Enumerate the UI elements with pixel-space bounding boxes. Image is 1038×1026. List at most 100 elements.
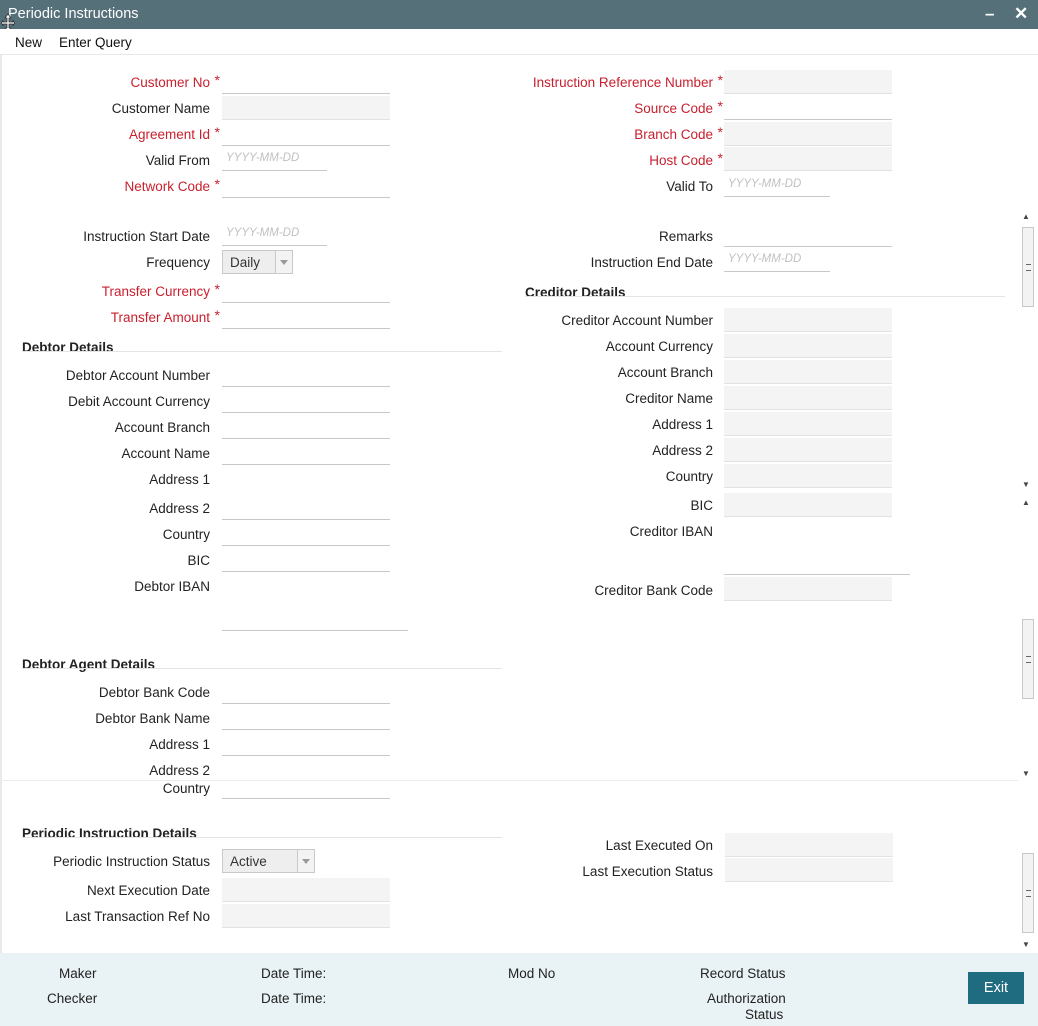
debtor-address1-field[interactable]: [222, 467, 390, 491]
left-edge: [0, 55, 2, 953]
customer-no-field[interactable]: [222, 70, 390, 94]
transfer-amount-field[interactable]: [222, 305, 390, 329]
periodic-instruction-details-divider: [22, 837, 502, 838]
debtor-iban-field[interactable]: [222, 576, 408, 631]
mod-no-label: Mod No: [508, 966, 556, 981]
debtor-address2-field[interactable]: [222, 496, 390, 520]
authorization-status-label: Authorization: [707, 991, 786, 1006]
debtor-details-divider: [22, 351, 502, 352]
source-code-field[interactable]: [724, 96, 892, 120]
instruction-end-date-field[interactable]: YYYY-MM-DD: [724, 248, 830, 272]
host-code-label: Host Code *: [649, 150, 723, 168]
debtor-country-field[interactable]: [222, 522, 390, 546]
maker-label: Maker: [59, 966, 97, 981]
creditor-account-currency-field: [724, 334, 892, 358]
branch-code-label: Branch Code *: [634, 124, 723, 142]
scroll-thumb[interactable]: [1022, 853, 1034, 933]
branch-code-field: [724, 122, 892, 146]
debtor-agent-address2-label: Address 2: [149, 763, 210, 778]
menu-enter-query[interactable]: Enter Query: [59, 35, 132, 50]
network-code-label: Network Code *: [124, 176, 220, 194]
scroll-thumb[interactable]: [1022, 227, 1034, 307]
debtor-account-branch-field[interactable]: [222, 415, 390, 439]
debtor-account-number-label: Debtor Account Number: [65, 368, 210, 383]
minimize-button[interactable]: –: [985, 4, 994, 24]
debtor-account-name-label: Account Name: [121, 446, 210, 461]
scroll-up-icon[interactable]: ▲: [1022, 212, 1030, 221]
maker-date-time-label: Date Time:: [261, 966, 327, 981]
debtor-account-name-field[interactable]: [222, 441, 390, 465]
valid-to-label: Valid To: [666, 179, 713, 194]
scrollbar-main[interactable]: ▲ ▼: [1020, 210, 1034, 492]
creditor-address1-label: Address 1: [652, 417, 713, 432]
debtor-agent-address1-label: Address 1: [149, 737, 210, 752]
last-transaction-ref-field: [222, 904, 390, 928]
debtor-country-label: Country: [162, 527, 210, 542]
chevron-down-icon[interactable]: [275, 251, 292, 273]
scroll-up-icon[interactable]: ▲: [1022, 498, 1030, 507]
debit-account-currency-label: Debit Account Currency: [68, 394, 210, 409]
last-execution-status-field: [725, 858, 893, 882]
periodic-instruction-status-select[interactable]: Active: [222, 849, 315, 873]
scroll-down-icon[interactable]: ▼: [1022, 940, 1030, 949]
last-executed-on-label: Last Executed On: [605, 838, 713, 853]
customer-name-label: Customer Name: [111, 101, 210, 116]
debtor-bank-name-field[interactable]: [222, 706, 390, 730]
debtor-details-heading: Debtor Details: [22, 340, 114, 355]
instruction-start-date-label: Instruction Start Date: [83, 229, 210, 244]
last-execution-status-label: Last Execution Status: [582, 864, 713, 879]
creditor-details-divider: [525, 296, 1005, 297]
scroll-down-icon[interactable]: ▼: [1022, 480, 1030, 489]
instruction-start-date-field[interactable]: YYYY-MM-DD: [222, 222, 327, 246]
last-executed-on-field: [725, 833, 893, 857]
menu-new[interactable]: New: [15, 35, 42, 50]
debtor-bic-field[interactable]: [222, 548, 390, 572]
record-status-label: Record Status: [700, 966, 786, 981]
debtor-agent-country-label: Country: [162, 781, 210, 796]
creditor-bic-label: BIC: [690, 498, 713, 513]
agreement-id-field[interactable]: [222, 122, 390, 146]
next-execution-date-field: [222, 878, 390, 902]
debtor-account-number-field[interactable]: [222, 363, 390, 387]
creditor-address1-field: [724, 412, 892, 436]
creditor-iban-field[interactable]: [724, 520, 910, 575]
scroll-thumb[interactable]: [1022, 619, 1034, 699]
debtor-address2-label: Address 2: [149, 501, 210, 516]
customer-name-field: [222, 96, 390, 120]
transfer-amount-label: Transfer Amount *: [110, 307, 220, 325]
section-separator: [0, 780, 1018, 781]
valid-to-field[interactable]: YYYY-MM-DD: [724, 173, 830, 197]
debtor-account-branch-label: Account Branch: [114, 420, 210, 435]
debtor-bic-label: BIC: [187, 553, 210, 568]
debit-account-currency-field[interactable]: [222, 389, 390, 413]
scrollbar-secondary[interactable]: ▲ ▼: [1020, 494, 1034, 782]
debtor-agent-country-field[interactable]: [222, 775, 390, 799]
transfer-currency-field[interactable]: [222, 279, 390, 303]
valid-from-field[interactable]: YYYY-MM-DD: [222, 147, 327, 171]
debtor-agent-details-heading: Debtor Agent Details: [22, 657, 156, 672]
network-code-field[interactable]: [222, 174, 390, 198]
periodic-instruction-status-label: Periodic Instruction Status: [53, 854, 210, 869]
debtor-bank-code-field[interactable]: [222, 680, 390, 704]
exit-button[interactable]: Exit: [968, 972, 1024, 1004]
window-title: Periodic Instructions: [8, 6, 139, 22]
creditor-bic-field: [724, 493, 892, 517]
remarks-field[interactable]: [724, 223, 892, 247]
frequency-select[interactable]: Daily: [222, 250, 293, 274]
scrollbar-tertiary[interactable]: ▼: [1020, 783, 1034, 951]
debtor-agent-address1-field[interactable]: [222, 732, 390, 756]
remarks-label: Remarks: [658, 229, 713, 244]
creditor-address2-label: Address 2: [652, 443, 713, 458]
creditor-iban-label: Creditor IBAN: [629, 524, 713, 539]
creditor-account-currency-label: Account Currency: [605, 339, 713, 354]
host-code-field: [724, 147, 892, 171]
creditor-name-label: Creditor Name: [625, 391, 713, 406]
instruction-end-date-label: Instruction End Date: [590, 255, 713, 270]
close-button[interactable]: ✕: [1014, 4, 1028, 24]
debtor-iban-label: Debtor IBAN: [134, 579, 210, 594]
debtor-address1-label: Address 1: [149, 472, 210, 487]
chevron-down-icon[interactable]: [297, 850, 314, 872]
creditor-account-number-label: Creditor Account Number: [561, 313, 713, 328]
debtor-bank-code-label: Debtor Bank Code: [98, 685, 210, 700]
scroll-down-icon[interactable]: ▼: [1022, 769, 1030, 778]
